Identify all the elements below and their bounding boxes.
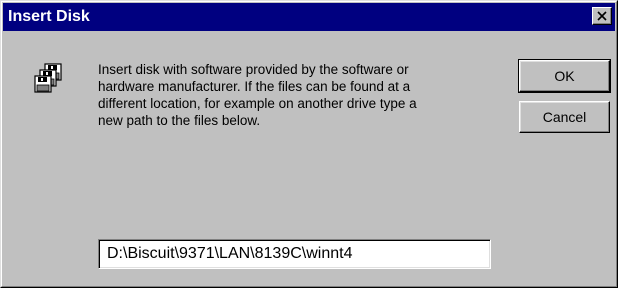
close-button[interactable] (592, 7, 612, 25)
cancel-button[interactable]: Cancel (519, 101, 610, 133)
instruction-text: Insert disk with software provided by th… (98, 62, 417, 128)
dialog-title: Insert Disk (8, 8, 90, 25)
title-bar[interactable]: Insert Disk (3, 3, 615, 31)
close-icon (597, 11, 607, 21)
floppy-disks-icon (34, 62, 66, 94)
path-input[interactable]: D:\Biscuit\9371\LAN\8139C\winnt4 (98, 239, 491, 269)
ok-button[interactable]: OK (518, 59, 611, 93)
insert-disk-dialog: Insert Disk Insert disk with software pr… (0, 0, 618, 288)
